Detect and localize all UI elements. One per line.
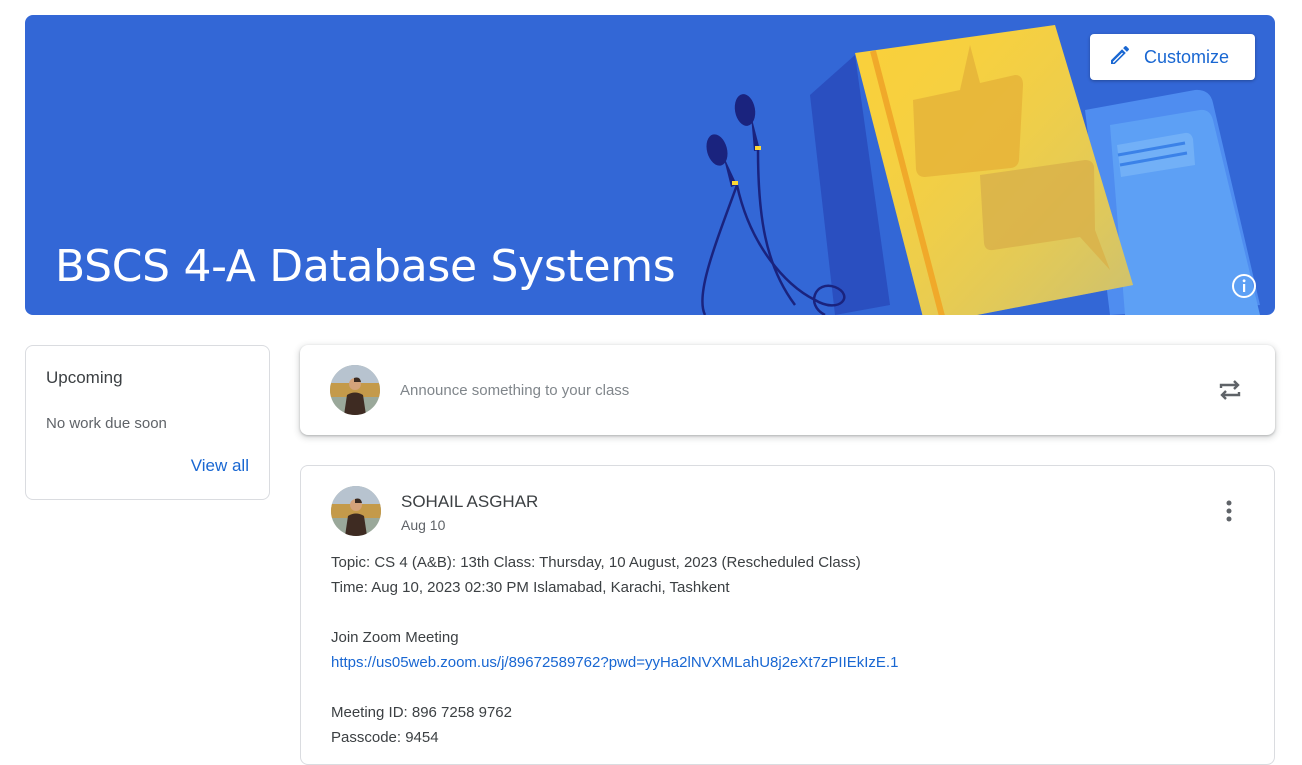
upcoming-empty-text: No work due soon <box>46 415 167 432</box>
repeat-icon[interactable] <box>1215 375 1245 405</box>
class-title: BSCS 4-A Database Systems <box>55 241 676 292</box>
announcement-post: SOHAIL ASGHAR Aug 10 Topic: CS 4 (A&B): … <box>300 465 1275 765</box>
upcoming-card: Upcoming No work due soon View all <box>25 345 270 500</box>
view-all-link[interactable]: View all <box>191 456 249 476</box>
post-author: SOHAIL ASGHAR <box>401 492 539 511</box>
avatar <box>331 486 381 536</box>
post-body: Topic: CS 4 (A&B): 13th Class: Thursday,… <box>331 550 898 750</box>
announce-box[interactable]: Announce something to your class <box>300 345 1275 435</box>
zoom-link[interactable]: https://us05web.zoom.us/j/89672589762?pw… <box>331 650 898 675</box>
customize-button[interactable]: Customize <box>1090 34 1255 80</box>
more-vert-icon[interactable] <box>1216 498 1242 524</box>
info-icon[interactable] <box>1231 273 1257 299</box>
post-passcode: Passcode: 9454 <box>331 729 439 746</box>
announce-placeholder: Announce something to your class <box>400 382 630 399</box>
post-join-text: Join Zoom Meeting <box>331 629 459 646</box>
upcoming-title: Upcoming <box>46 368 123 387</box>
pencil-icon <box>1108 43 1132 72</box>
avatar <box>330 365 380 415</box>
post-meeting-id: Meeting ID: 896 7258 9762 <box>331 704 512 721</box>
earbuds <box>706 94 760 187</box>
customize-label: Customize <box>1144 46 1230 67</box>
post-date: Aug 10 <box>401 517 446 533</box>
class-banner: BSCS 4-A Database Systems Customize <box>25 15 1275 315</box>
post-topic: Topic: CS 4 (A&B): 13th Class: Thursday,… <box>331 554 861 571</box>
post-time: Time: Aug 10, 2023 02:30 PM Islamabad, K… <box>331 579 730 596</box>
